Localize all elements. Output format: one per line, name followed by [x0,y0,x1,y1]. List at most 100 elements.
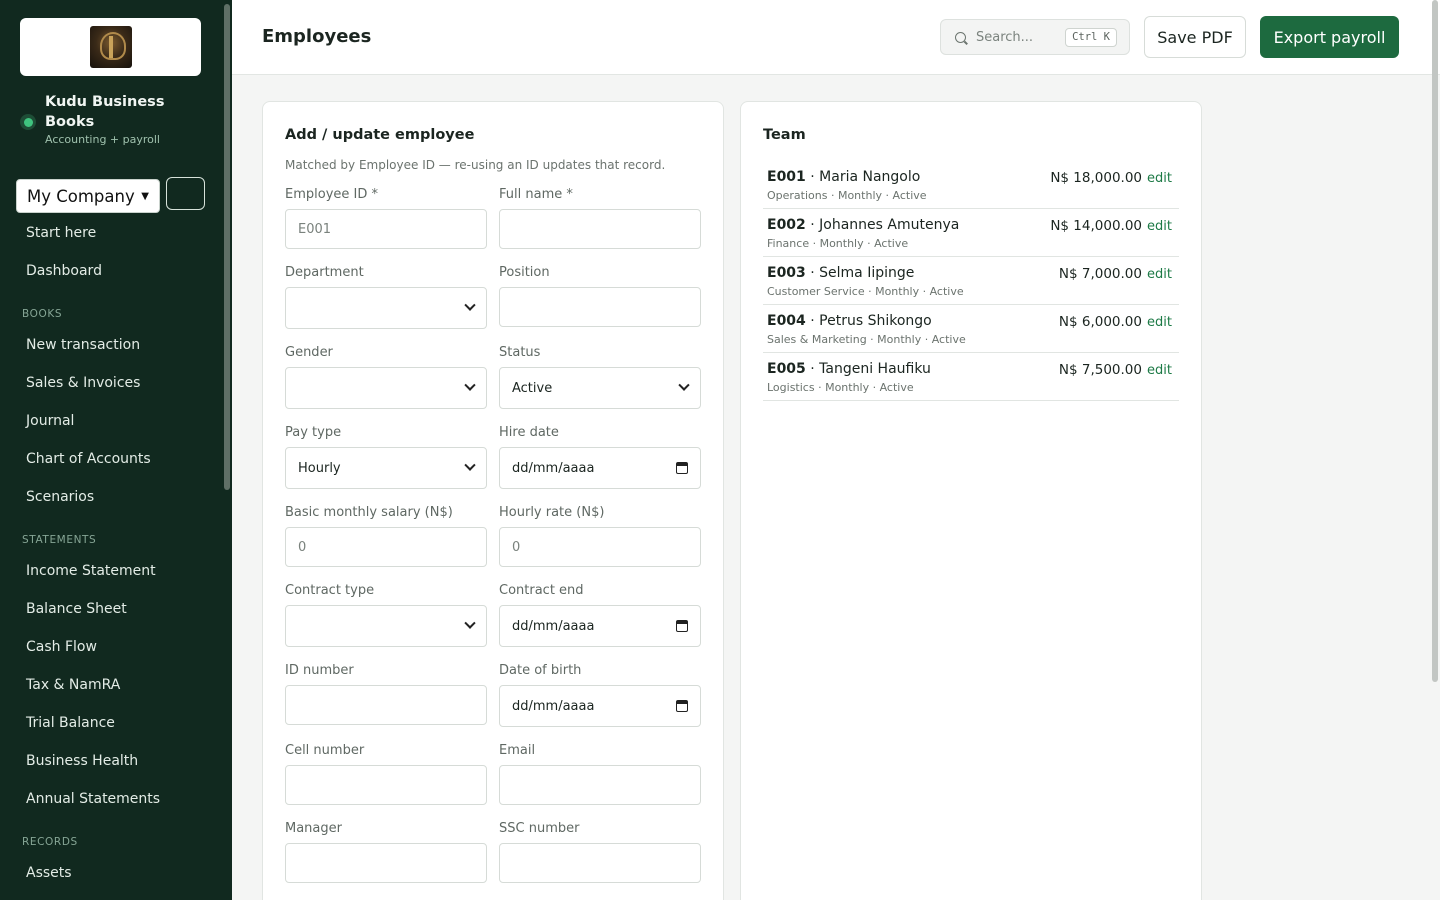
hourly-rate-placeholder: 0 [512,539,521,555]
search-shortcut: Ctrl K [1065,28,1117,47]
employee-id: E005 [767,361,806,377]
save-pdf-button[interactable]: Save PDF [1144,16,1246,58]
pay-type-select[interactable]: Hourly [285,447,487,489]
cell-number-label: Cell number [285,743,365,758]
calendar-icon[interactable] [676,462,688,474]
nav-assets[interactable]: Assets [26,865,72,881]
ssc-number-field[interactable] [499,843,701,883]
calendar-icon[interactable] [676,700,688,712]
edit-link[interactable]: edit [1147,219,1172,234]
team-row: E003 · Selma Iipinge Customer Service · … [763,257,1179,305]
email-field[interactable] [499,765,701,805]
date-of-birth-field[interactable]: dd/mm/aaaa [499,685,701,727]
status-select[interactable]: Active [499,367,701,409]
employee-id: E001 [767,169,806,185]
page-title: Employees [262,26,372,47]
basic-salary-label: Basic monthly salary (N$) [285,505,453,520]
chevron-down-icon [464,299,476,311]
team-row: E001 · Maria Nangolo Operations · Monthl… [763,161,1179,209]
nav-start-here[interactable]: Start here [26,225,96,241]
team-row: E005 · Tangeni Haufiku Logistics · Month… [763,353,1179,401]
nav-chart-of-accounts[interactable]: Chart of Accounts [26,451,151,467]
team-title: Team [763,127,806,143]
employee-id-field[interactable]: E001 [285,209,487,249]
department-label: Department [285,265,364,280]
logo-card[interactable] [20,18,201,76]
export-payroll-button[interactable]: Export payroll [1260,16,1399,58]
top-bar: Employees Search... Ctrl K Save PDF Expo… [232,0,1440,75]
team-member-name: E001 · Maria Nangolo [767,169,921,185]
search-input[interactable]: Search... Ctrl K [940,19,1130,55]
nav-journal[interactable]: Journal [26,413,74,429]
date-of-birth-label: Date of birth [499,663,582,678]
chevron-down-icon [464,617,476,629]
basic-salary-placeholder: 0 [298,539,307,555]
pay-type-value: Hourly [298,460,341,476]
full-name-field[interactable] [499,209,701,249]
employee-name: Maria Nangolo [819,169,921,185]
hire-date-field[interactable]: dd/mm/aaaa [499,447,701,489]
nav-section-records: RECORDS [22,836,78,848]
team-member-meta: Finance · Monthly · Active [767,237,909,250]
calendar-icon[interactable] [676,620,688,632]
nav-new-transaction[interactable]: New transaction [26,337,140,353]
nav-cash-flow[interactable]: Cash Flow [26,639,97,655]
id-number-field[interactable] [285,685,487,725]
nav-income-statement[interactable]: Income Statement [26,563,156,579]
position-field[interactable] [499,287,701,327]
basic-salary-field[interactable]: 0 [285,527,487,567]
status-label: Status [499,345,541,360]
nav-scenarios[interactable]: Scenarios [26,489,94,505]
nav-dashboard[interactable]: Dashboard [26,263,102,279]
nav-annual-statements[interactable]: Annual Statements [26,791,160,807]
manager-field[interactable] [285,843,487,883]
full-name-label: Full name * [499,187,573,202]
hire-date-label: Hire date [499,425,559,440]
gender-label: Gender [285,345,333,360]
contract-type-label: Contract type [285,583,375,598]
team-member-meta: Sales & Marketing · Monthly · Active [767,333,966,346]
team-card: Team E001 · Maria Nangolo Operations · M… [740,101,1202,900]
employee-name: Johannes Amutenya [819,217,960,233]
manager-label: Manager [285,821,342,836]
nav-business-health[interactable]: Business Health [26,753,138,769]
contract-type-select[interactable] [285,605,487,647]
nav-balance-sheet[interactable]: Balance Sheet [26,601,127,617]
page-scrollbar[interactable] [1432,0,1438,682]
company-action-button[interactable] [166,177,205,210]
hourly-rate-field[interactable]: 0 [499,527,701,567]
nav-tax-namra[interactable]: Tax & NamRA [26,677,120,693]
nav-sales-invoices[interactable]: Sales & Invoices [26,375,140,391]
edit-link[interactable]: edit [1147,363,1172,378]
email-label: Email [499,743,536,758]
edit-link[interactable]: edit [1147,171,1172,186]
contract-end-field[interactable]: dd/mm/aaaa [499,605,701,647]
edit-link[interactable]: edit [1147,315,1172,330]
nav-section-statements: STATEMENTS [22,534,97,546]
sidebar: Kudu Business Books Accounting + payroll… [0,0,232,900]
edit-link[interactable]: edit [1147,267,1172,282]
team-member-amount: N$ 7,500.00 [1058,362,1142,378]
status-dot-icon [20,114,36,130]
nav-section-books: BOOKS [22,308,63,320]
chevron-down-icon [464,379,476,391]
team-member-name: E002 · Johannes Amutenya [767,217,960,233]
nav-trial-balance[interactable]: Trial Balance [26,715,115,731]
search-placeholder: Search... [976,30,1034,45]
contract-end-label: Contract end [499,583,584,598]
department-select[interactable] [285,287,487,329]
pay-type-label: Pay type [285,425,342,440]
date-of-birth-value: dd/mm/aaaa [512,698,595,714]
employee-id-label: Employee ID * [285,187,378,202]
employee-name: Tangeni Haufiku [819,361,931,377]
gender-select[interactable] [285,367,487,409]
form-title: Add / update employee [285,127,475,143]
company-logo [89,26,132,68]
team-row: E002 · Johannes Amutenya Finance · Month… [763,209,1179,257]
team-member-name: E003 · Selma Iipinge [767,265,915,281]
status-value: Active [512,380,553,396]
sidebar-scrollbar[interactable] [224,4,230,490]
team-member-meta: Operations · Monthly · Active [767,189,927,202]
cell-number-field[interactable] [285,765,487,805]
company-select[interactable]: My Company ▼ [16,179,160,213]
